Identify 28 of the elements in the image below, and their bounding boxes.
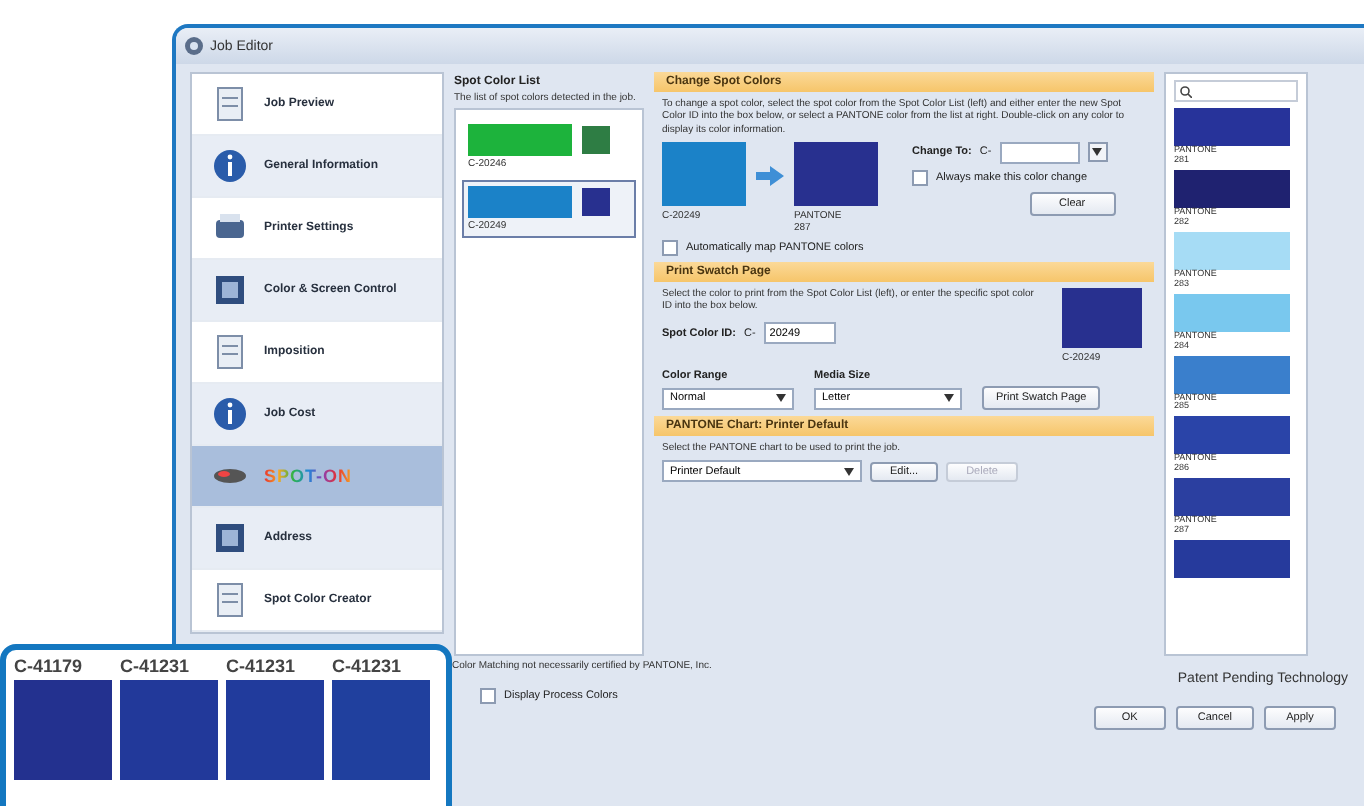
- swatch-label: C-41179: [14, 656, 85, 676]
- brush-icon: [212, 466, 248, 486]
- search-icon: [1180, 85, 1192, 97]
- item-icon: [212, 582, 248, 618]
- checkbox[interactable]: [912, 169, 928, 186]
- checkbox[interactable]: [480, 688, 496, 704]
- item-icon: [212, 148, 248, 184]
- swatch-label: C-41231: [120, 656, 192, 676]
- swatch-preview: [1062, 287, 1142, 348]
- dropdown-button[interactable]: [1087, 142, 1108, 163]
- caret-icon: [844, 467, 854, 475]
- app-icon: [184, 36, 204, 56]
- item-icon: [212, 520, 248, 556]
- spot-color-input[interactable]: [999, 141, 1080, 164]
- right-arrow-icon: [756, 165, 784, 186]
- item-icon: [212, 272, 248, 308]
- new-color-swatch: [794, 141, 878, 206]
- item-icon: [212, 334, 248, 370]
- item-icon: [212, 396, 248, 432]
- caret-icon: [944, 394, 954, 403]
- original-color-swatch: [662, 141, 746, 206]
- item-icon: [212, 86, 248, 122]
- search-field[interactable]: [1174, 80, 1298, 102]
- caret-icon: [1092, 148, 1103, 157]
- swatch-label: C-41231: [332, 656, 404, 676]
- caret-icon: [776, 394, 786, 403]
- checkbox[interactable]: [662, 239, 678, 256]
- swatch-label: C-41231: [226, 656, 298, 676]
